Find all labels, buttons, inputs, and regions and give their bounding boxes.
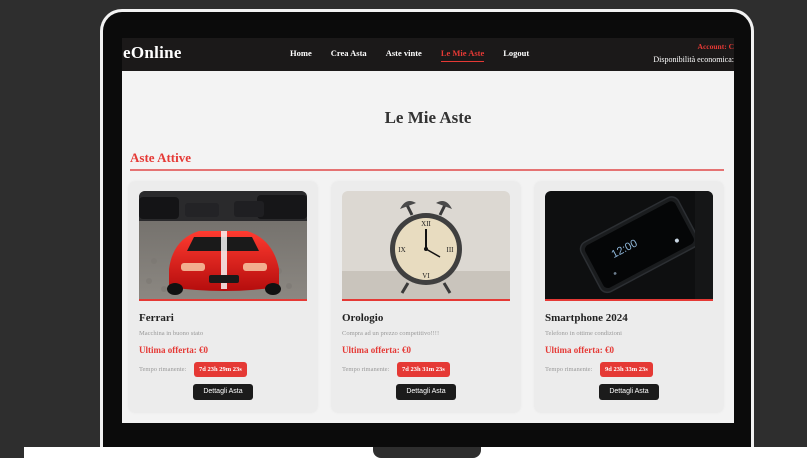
nav-link-le-mie-aste[interactable]: Le Mie Aste (440, 48, 485, 62)
site-logo[interactable]: eOnline (123, 43, 182, 63)
nav-link-crea-asta[interactable]: Crea Asta (331, 48, 367, 62)
card-last-offer: Ultima offerta: €0 (545, 345, 614, 355)
svg-text:IX: IX (398, 246, 405, 254)
auction-details-button[interactable]: Dettagli Asta (599, 384, 659, 400)
card-time-label: Tempo rimanente: (545, 366, 593, 373)
card-time-label: Tempo rimanente: (342, 366, 390, 373)
alarm-clock-image: XII III VI IX (342, 191, 510, 301)
auction-card: XII III VI IX Orologio Compra ad un prezzo … (332, 182, 520, 412)
auction-details-button[interactable]: Dettagli Asta (396, 384, 456, 400)
auction-card: 12:00 Smartphone 2024 Telefono in ottime… (535, 182, 723, 412)
navbar: eOnline Home Crea Asta Aste vinte Le Mie… (122, 38, 734, 71)
card-timer-badge: 7d 23h 29m 23s (194, 362, 247, 377)
card-last-offer: Ultima offerta: €0 (342, 345, 411, 355)
card-last-offer: Ultima offerta: €0 (139, 345, 208, 355)
card-description: Telefono in ottime condizioni (545, 330, 622, 337)
account-label[interactable]: Account: C (698, 42, 734, 51)
card-timer-badge: 9d 23h 33m 23s (600, 362, 653, 377)
nav-link-aste-vinte[interactable]: Aste vinte (386, 48, 422, 62)
auction-details-button[interactable]: Dettagli Asta (193, 384, 253, 400)
page-title: Le Mie Aste (384, 108, 472, 127)
svg-text:XII: XII (421, 220, 431, 228)
laptop-notch (373, 447, 481, 458)
balance-label: Disponibilità economica: (653, 55, 734, 64)
laptop-frame: eOnline Home Crea Asta Aste vinte Le Mie… (100, 9, 754, 458)
smartphone-image: 12:00 (545, 191, 713, 301)
red-sports-car-image (139, 191, 307, 301)
card-title: Orologio (342, 312, 384, 324)
nav-link-home[interactable]: Home (290, 48, 312, 62)
card-title: Smartphone 2024 (545, 312, 628, 324)
auction-card: Ferrari Macchina in buono stato Ultima o… (129, 182, 317, 412)
nav-links: Home Crea Asta Aste vinte Le Mie Aste Lo… (290, 48, 548, 62)
nav-link-logout[interactable]: Logout (503, 48, 529, 62)
browser-screen: eOnline Home Crea Asta Aste vinte Le Mie… (122, 38, 734, 423)
card-time-label: Tempo rimanente: (139, 366, 187, 373)
card-title: Ferrari (139, 312, 174, 324)
card-description: Macchina in buono stato (139, 330, 204, 337)
svg-text:III: III (447, 246, 455, 254)
section-title: Aste Attive (130, 150, 192, 165)
svg-text:VI: VI (422, 272, 430, 280)
section-divider (130, 169, 724, 171)
card-description: Compra ad un prezzo competitivo!!!! (342, 330, 440, 337)
card-timer-badge: 7d 23h 31m 23s (397, 362, 450, 377)
